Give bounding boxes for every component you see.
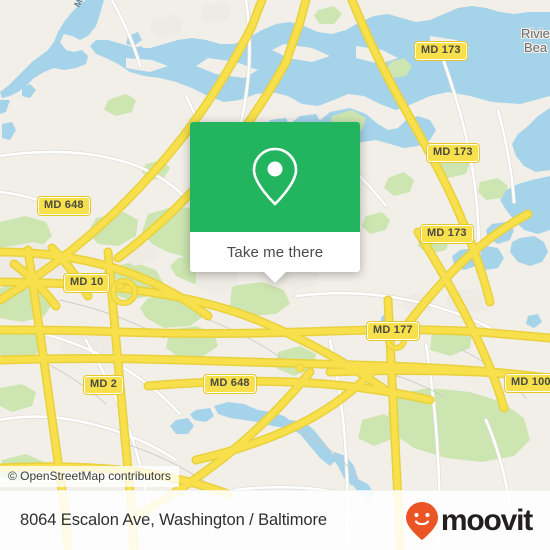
address-label: 8064 Escalon Ave, Washington / Baltimore <box>20 511 327 529</box>
map-screen: .w { fill:#a5d3ea; } .pk { fill:#cde5b1;… <box>0 0 550 550</box>
road-shield-md173-south: MD 173 <box>420 224 474 244</box>
moovit-wordmark: moovit <box>440 503 533 537</box>
osm-attribution[interactable]: © OpenStreetMap contributors <box>0 466 179 487</box>
road-shield-md648-north: MD 648 <box>37 196 91 216</box>
popup-footer[interactable]: Take me there <box>190 232 360 283</box>
take-me-there-label: Take me there <box>226 243 324 261</box>
road-shield-md100: MD 100 <box>504 373 550 393</box>
road-shield-md173-mid: MD 173 <box>426 143 480 163</box>
road-shield-md2: MD 2 <box>82 375 125 395</box>
popup-header <box>190 122 360 232</box>
moovit-smiley-pin-icon <box>405 501 438 540</box>
bottom-bar: 8064 Escalon Ave, Washington / Baltimore… <box>0 490 550 550</box>
moovit-logo[interactable]: moovit <box>405 501 533 541</box>
map-pin-icon <box>252 147 298 206</box>
location-popup[interactable]: Take me there <box>190 122 360 283</box>
road-shield-md173-north: MD 173 <box>414 41 468 61</box>
place-label-riviera: Rivie <box>521 26 550 41</box>
popup-pointer <box>264 272 286 283</box>
road-shield-md10: MD 10 <box>62 273 111 293</box>
place-label-beach: Bea <box>524 40 548 55</box>
road-shield-md648-south: MD 648 <box>203 374 257 394</box>
road-shield-md177: MD 177 <box>366 321 420 341</box>
